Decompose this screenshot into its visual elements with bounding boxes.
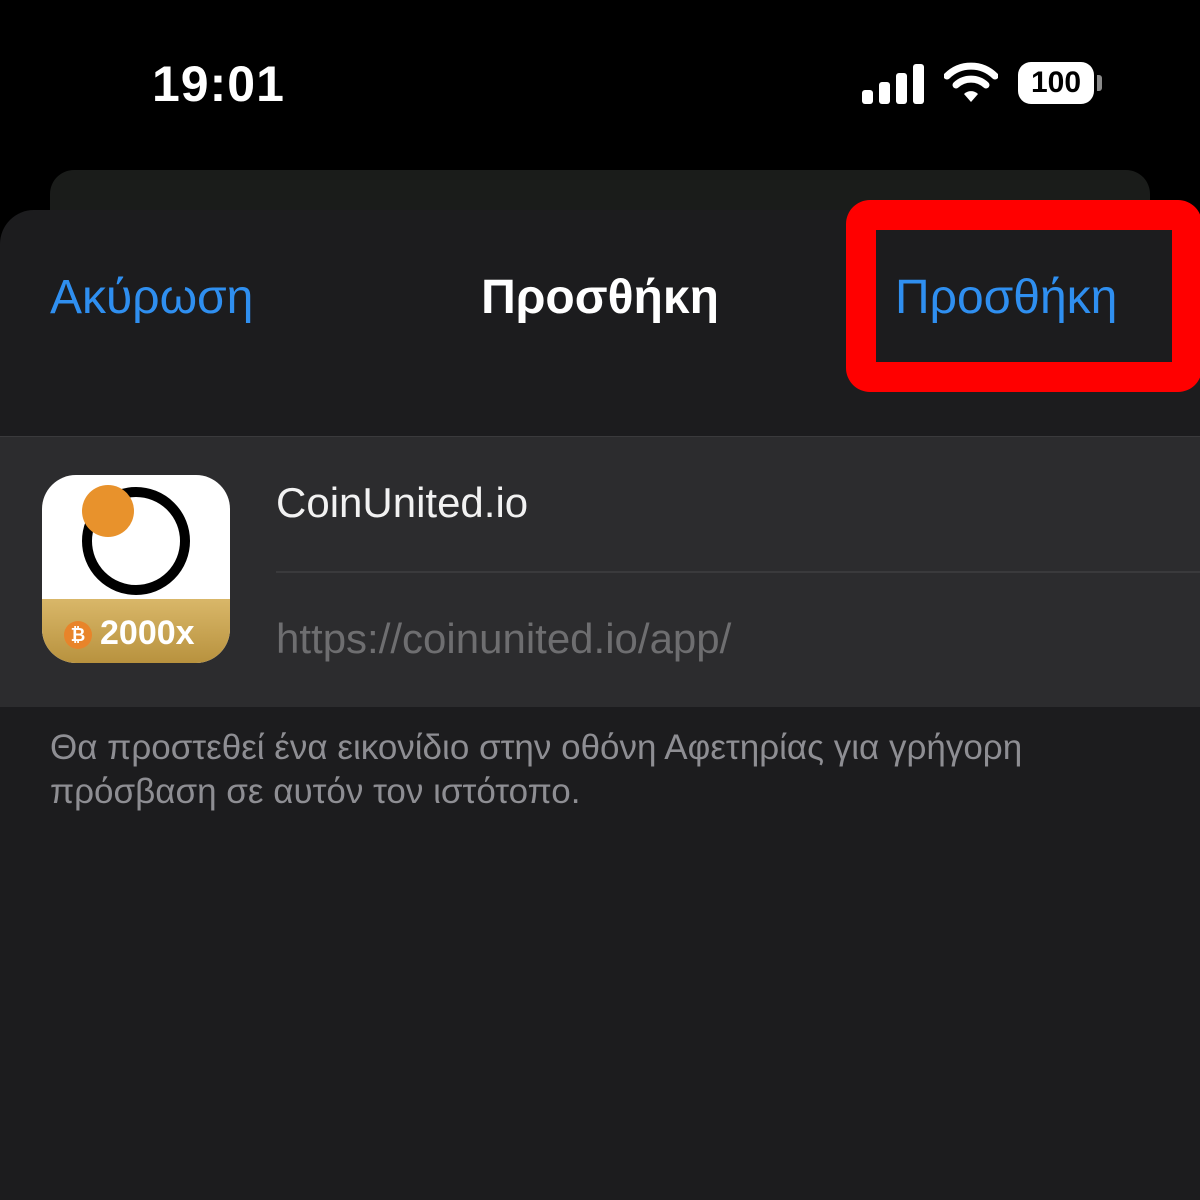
app-icon: ₿ 2000x (42, 475, 230, 663)
logo-dot (82, 485, 134, 537)
cellular-signal-icon (862, 64, 924, 104)
sheet-nav-bar: Ακύρωση Προσθήκη Προσθήκη (0, 200, 1200, 436)
wifi-icon (944, 62, 998, 102)
status-bar: 19:01 100 (0, 0, 1200, 170)
add-to-home-sheet: Ακύρωση Προσθήκη Προσθήκη ₿ 2000x CoinUn… (0, 200, 1200, 1200)
battery-cap (1097, 75, 1102, 91)
status-time: 19:01 (152, 56, 285, 112)
bitcoin-icon: ₿ (64, 621, 92, 649)
icon-badge-band: ₿ 2000x (42, 599, 230, 663)
highlight-box (846, 200, 1200, 392)
field-separator (276, 571, 1200, 573)
icon-badge-text: 2000x (100, 614, 195, 652)
battery-indicator: 100 (1018, 62, 1094, 104)
url-field: https://coinunited.io/app/ (276, 615, 732, 662)
bookmark-card: ₿ 2000x CoinUnited.io https://coinunited… (0, 436, 1200, 707)
hint-text: Θα προστεθεί ένα εικονίδιο στην οθόνη Αφ… (50, 728, 1023, 811)
name-field[interactable]: CoinUnited.io (276, 479, 528, 527)
battery-level: 100 (1030, 66, 1082, 99)
